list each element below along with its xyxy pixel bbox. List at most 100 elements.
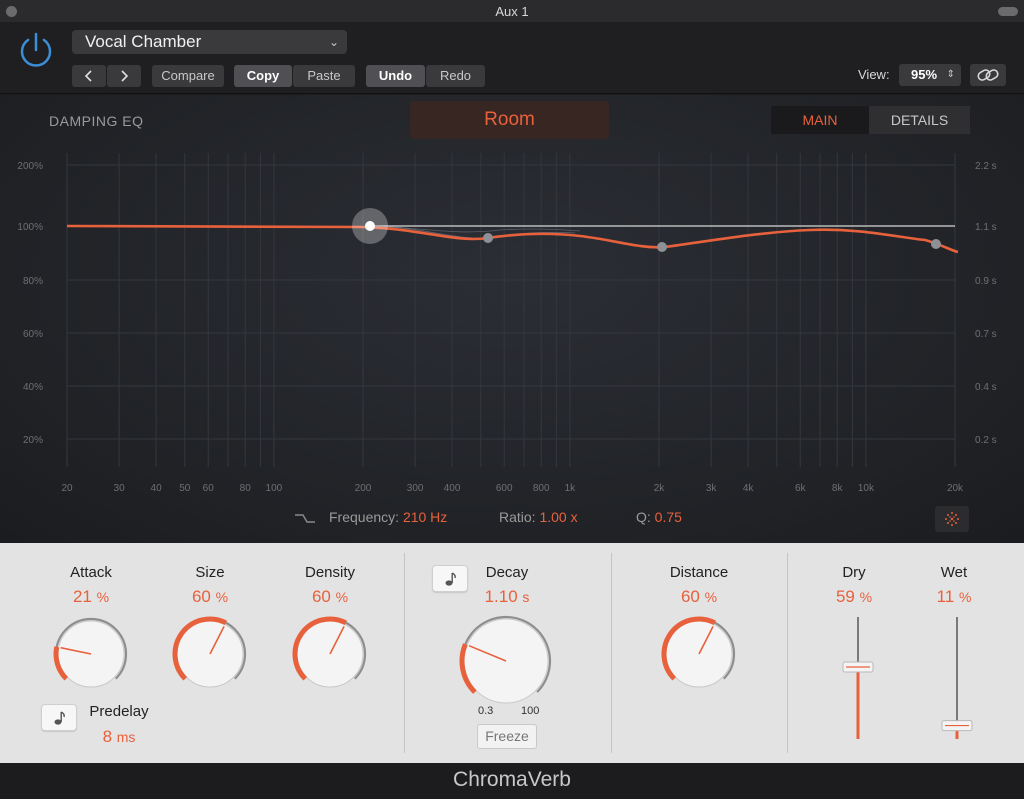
size-unit: % xyxy=(215,589,229,605)
frequency-tick: 600 xyxy=(496,483,513,494)
decay-scale-min: 0.3 xyxy=(478,705,494,717)
right-axis-tick: 0.4 s xyxy=(975,382,997,393)
size-value: 60 xyxy=(191,587,211,606)
visualizer-button[interactable] xyxy=(935,506,969,532)
room-type-button[interactable]: Room xyxy=(410,101,609,139)
frequency-tick: 100 xyxy=(266,483,283,494)
size-knob[interactable] xyxy=(171,615,249,693)
attack-label: Attack xyxy=(70,564,112,581)
plugin-header: Vocal Chamber ⌄ Compare Copy Paste Undo … xyxy=(0,22,1024,94)
ratio-value: 1.00 x xyxy=(539,509,578,525)
damping-eq-graph-panel: 200% 100% 80% 60% 40% 20% 2.2 s 1.1 s 0.9 s 0.7 s… xyxy=(0,95,1024,543)
band-node xyxy=(931,239,941,249)
damping-eq-label: DAMPING EQ xyxy=(49,113,144,129)
density-unit: % xyxy=(335,589,349,605)
attack-value: 21 xyxy=(72,587,92,606)
compare-button[interactable]: Compare xyxy=(152,65,224,87)
left-axis-tick: 100% xyxy=(17,222,43,233)
right-axis-tick: 0.7 s xyxy=(975,329,997,340)
left-axis-tick: 80% xyxy=(23,276,43,287)
size-value-readout[interactable]: 60 % xyxy=(155,587,265,607)
predelay-value-readout[interactable]: 8 ms xyxy=(64,727,174,747)
decay-scale-max: 100 xyxy=(521,705,540,717)
frequency-tick: 6k xyxy=(795,483,807,494)
redo-button[interactable]: Redo xyxy=(426,65,485,87)
frequency-tick: 2k xyxy=(654,483,666,494)
decay-knob[interactable] xyxy=(458,613,554,709)
dry-label: Dry xyxy=(842,564,866,581)
decay-value-readout[interactable]: 1.10 s xyxy=(452,587,562,607)
view-zoom-select[interactable]: 95% ⇕ xyxy=(899,64,961,86)
frequency-tick: 200 xyxy=(355,483,372,494)
frequency-tick: 80 xyxy=(240,483,252,494)
distance-knob[interactable] xyxy=(660,615,738,693)
dry-unit: % xyxy=(859,589,873,605)
attack-value-readout[interactable]: 21 % xyxy=(36,587,146,607)
freeze-button[interactable]: Freeze xyxy=(477,724,537,749)
wet-slider[interactable] xyxy=(941,613,973,743)
frequency-readout[interactable]: Frequency: 210 Hz xyxy=(329,509,447,525)
window-toolbar-pill[interactable] xyxy=(998,7,1018,16)
view-zoom-value: 95% xyxy=(911,67,938,82)
left-axis-tick: 200% xyxy=(17,161,43,172)
ratio-label: Ratio: xyxy=(499,509,536,525)
divider xyxy=(611,553,612,753)
predelay-value: 8 xyxy=(102,727,113,746)
frequency-tick: 800 xyxy=(533,483,550,494)
link-button[interactable] xyxy=(970,64,1006,86)
wet-unit: % xyxy=(958,589,972,605)
damping-eq-graph[interactable]: 200% 100% 80% 60% 40% 20% 2.2 s 1.1 s 0.9 s 0.7 s… xyxy=(0,95,1024,543)
frequency-tick: 3k xyxy=(706,483,718,494)
next-preset-button[interactable] xyxy=(107,65,141,87)
distance-label: Distance xyxy=(669,564,729,581)
ratio-readout[interactable]: Ratio: 1.00 x xyxy=(499,509,578,525)
dry-value: 59 xyxy=(835,587,855,606)
previous-preset-button[interactable] xyxy=(72,65,106,87)
frequency-tick: 60 xyxy=(203,483,215,494)
copy-button[interactable]: Copy xyxy=(234,65,292,87)
decay-unit: s xyxy=(522,589,530,605)
tab-main[interactable]: MAIN xyxy=(771,106,869,134)
frequency-tick: 30 xyxy=(114,483,126,494)
right-axis-tick: 1.1 s xyxy=(975,222,997,233)
left-axis-tick: 40% xyxy=(23,382,43,393)
frequency-tick: 20 xyxy=(61,483,73,494)
distance-value-readout[interactable]: 60 % xyxy=(644,587,754,607)
frequency-tick: 400 xyxy=(444,483,461,494)
frequency-tick: 10k xyxy=(858,483,875,494)
predelay-unit: ms xyxy=(116,729,136,745)
view-label: View: xyxy=(858,67,890,82)
right-axis-tick: 2.2 s xyxy=(975,161,997,172)
wet-value: 11 xyxy=(936,587,955,606)
undo-button[interactable]: Undo xyxy=(366,65,425,87)
preset-menu[interactable]: Vocal Chamber ⌄ xyxy=(72,30,347,54)
tab-details[interactable]: DETAILS xyxy=(869,106,970,134)
selected-band-node xyxy=(365,221,375,231)
frequency-tick: 40 xyxy=(151,483,163,494)
paste-button[interactable]: Paste xyxy=(293,65,355,87)
chevron-right-icon xyxy=(121,70,129,82)
frequency-label: Frequency: xyxy=(329,509,400,525)
stepper-icon: ⇕ xyxy=(946,69,955,80)
density-label: Density xyxy=(304,564,356,581)
frequency-tick: 50 xyxy=(179,483,191,494)
wet-value-readout[interactable]: 11 % xyxy=(899,587,1009,607)
band-node xyxy=(483,233,493,243)
dry-value-readout[interactable]: 59 % xyxy=(799,587,909,607)
density-knob[interactable] xyxy=(291,615,369,693)
wet-label: Wet xyxy=(940,564,968,581)
attack-knob[interactable] xyxy=(52,615,130,693)
q-readout[interactable]: Q: 0.75 xyxy=(636,509,682,525)
dots-circle-icon xyxy=(945,512,959,526)
frequency-value: 210 Hz xyxy=(402,509,448,525)
predelay-label: Predelay xyxy=(89,703,149,720)
left-axis-tick: 20% xyxy=(23,435,43,446)
power-icon[interactable] xyxy=(16,30,56,70)
window-title: Aux 1 xyxy=(495,4,529,19)
chevron-down-icon: ⌄ xyxy=(328,35,339,49)
decay-label: Decay xyxy=(485,564,529,581)
density-value-readout[interactable]: 60 % xyxy=(275,587,385,607)
density-value: 60 xyxy=(311,587,331,606)
dry-slider[interactable] xyxy=(842,613,874,743)
filter-type-icon[interactable] xyxy=(294,512,316,526)
